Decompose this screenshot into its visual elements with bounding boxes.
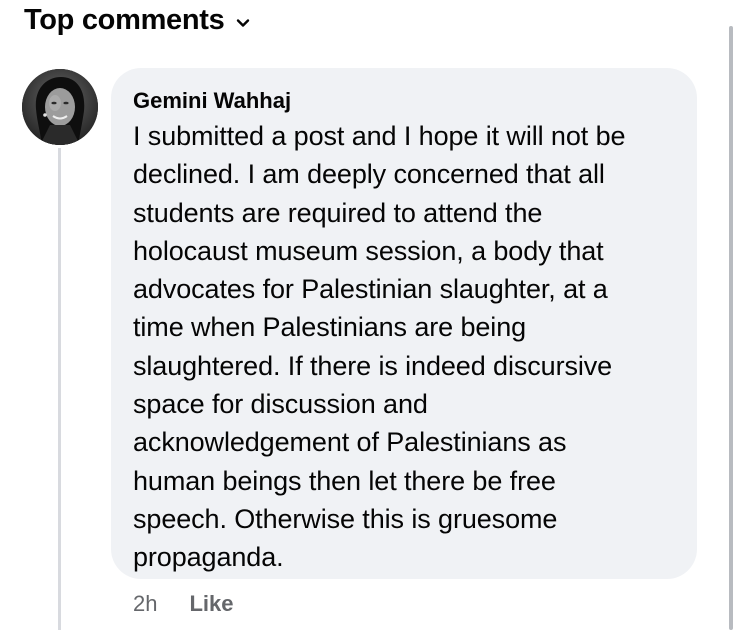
comments-panel: Top comments Gemini Wahhaj I submitted a… <box>0 0 738 630</box>
comment-meta: 2h Like <box>133 591 234 617</box>
comment-text-line: slaughtered. If there is indeed discursi… <box>133 350 613 381</box>
thread-line <box>58 148 61 630</box>
comment-text-line: advocates for Palestinian slaughter, at … <box>133 274 608 305</box>
like-button[interactable]: Like <box>189 591 233 617</box>
comment-text-line: holocaust museum session, a body that <box>133 235 604 266</box>
comment-text-line: I submitted a post and I hope it will no… <box>133 121 626 151</box>
comment-text-line: human beings then let there be free <box>133 465 556 496</box>
chevron-down-icon <box>236 18 249 27</box>
comment-text-line: space for discussion and <box>133 389 428 420</box>
comment-text-line: declined. I am deeply concerned that all <box>133 159 605 190</box>
comment-bubble: Gemini Wahhaj I submitted a post and I h… <box>111 68 697 579</box>
avatar[interactable] <box>22 69 98 145</box>
section-title: Top comments <box>24 4 225 36</box>
comment-author[interactable]: Gemini Wahhaj <box>133 88 291 114</box>
comment-text-line: students are required to attend the <box>133 197 543 228</box>
comment-text-line: acknowledgement of Palestinians as <box>133 427 567 458</box>
comment-text-line: time when Palestinians are being <box>133 312 527 343</box>
comment-text-line: speech. Otherwise this is gruesome <box>133 503 558 534</box>
comment-timestamp[interactable]: 2h <box>133 591 157 617</box>
profile-photo-icon <box>22 69 98 145</box>
scrollbar[interactable] <box>729 26 733 630</box>
comment-text: I submitted a post and I hope it will no… <box>133 117 675 577</box>
comment-text-line: propaganda. <box>133 542 284 573</box>
top-comments-sort-toggle[interactable]: Top comments <box>24 4 251 37</box>
